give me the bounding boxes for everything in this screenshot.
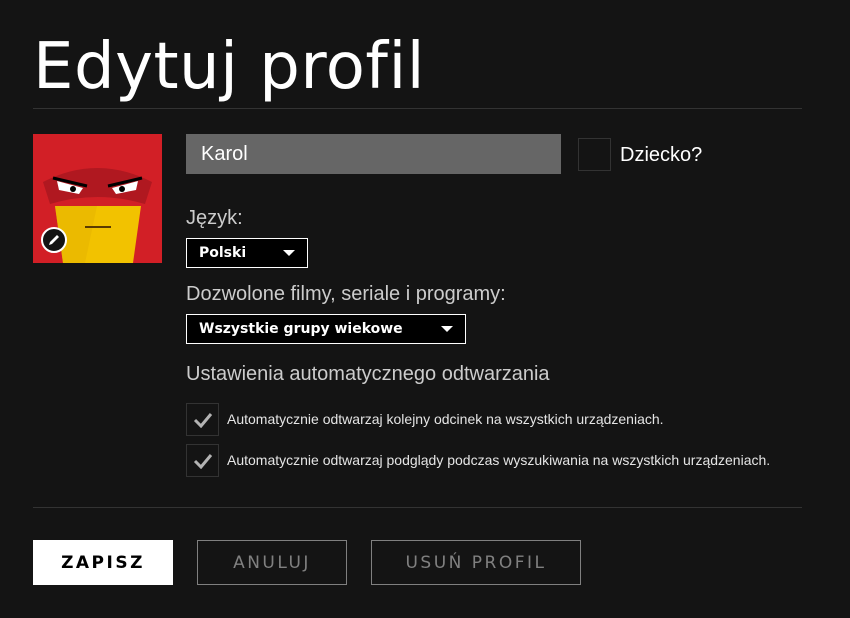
bottom-divider — [33, 507, 802, 508]
caret-down-icon — [441, 326, 453, 332]
pencil-icon — [49, 235, 59, 245]
edit-avatar-button[interactable] — [41, 227, 67, 253]
checkmark-icon — [193, 453, 212, 469]
page-title: Edytuj profil — [33, 30, 425, 104]
save-button[interactable]: ZAPISZ — [33, 540, 173, 585]
autoplay-previews-label: Automatycznie odtwarzaj podglądy podczas… — [227, 452, 771, 468]
maturity-dropdown[interactable]: Wszystkie grupy wiekowe — [186, 314, 466, 344]
caret-down-icon — [283, 250, 295, 256]
profile-name-input[interactable] — [186, 134, 561, 174]
autoplay-previews-checkbox[interactable] — [186, 444, 219, 477]
language-dropdown[interactable]: Polski — [186, 238, 308, 268]
checkmark-icon — [193, 412, 212, 428]
autoplay-next-episode-label: Automatycznie odtwarzaj kolejny odcinek … — [227, 411, 664, 427]
autoplay-heading: Ustawienia automatycznego odtwarzania — [186, 363, 550, 385]
language-label: Język: — [186, 207, 243, 229]
autoplay-next-episode-checkbox[interactable] — [186, 403, 219, 436]
maturity-selected: Wszystkie grupy wiekowe — [199, 321, 403, 337]
kid-checkbox[interactable] — [578, 138, 611, 171]
language-selected: Polski — [199, 245, 247, 261]
kid-label: Dziecko? — [620, 144, 703, 166]
delete-profile-button[interactable]: USUŃ PROFIL — [371, 540, 581, 585]
maturity-label: Dozwolone filmy, seriale i programy: — [186, 283, 506, 305]
cancel-button[interactable]: ANULUJ — [197, 540, 347, 585]
top-divider — [33, 108, 802, 109]
